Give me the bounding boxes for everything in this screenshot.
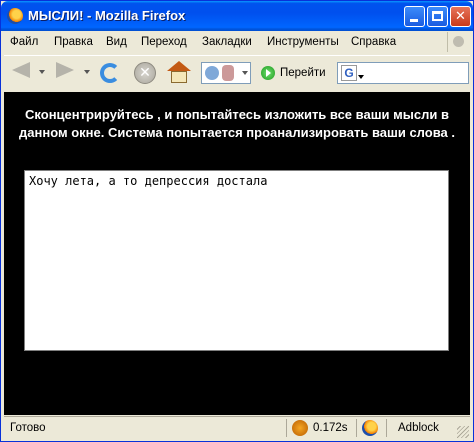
- url-dropdown-icon[interactable]: [242, 71, 248, 75]
- home-icon[interactable]: [167, 61, 191, 85]
- back-history-dropdown[interactable]: [39, 70, 45, 74]
- menu-tools[interactable]: Инструменты: [267, 36, 339, 48]
- title-bar[interactable]: МЫСЛИ! - Mozilla Firefox ✕: [1, 1, 473, 31]
- close-icon: ✕: [455, 8, 466, 23]
- maximize-button[interactable]: [427, 6, 448, 27]
- site-favicon: [205, 66, 219, 80]
- status-divider: [386, 419, 387, 437]
- forward-arrow-icon[interactable]: [56, 62, 74, 78]
- status-text: Готово: [10, 422, 46, 434]
- search-engine-icon[interactable]: G: [341, 65, 357, 81]
- browser-window: МЫСЛИ! - Mozilla Firefox ✕ Файл Правка В…: [0, 0, 474, 442]
- instructions-line-1: Сконцентрируйтесь , и попытайтесь изложи…: [25, 107, 449, 122]
- instructions-text: Сконцентрируйтесь , и попытайтесь изложи…: [4, 106, 470, 142]
- minimize-icon: [410, 19, 418, 22]
- page-content: Сконцентрируйтесь , и попытайтесь изложи…: [4, 92, 470, 415]
- menu-view[interactable]: Вид: [106, 36, 127, 48]
- status-divider: [356, 419, 357, 437]
- stop-icon[interactable]: ✕: [134, 62, 156, 84]
- thoughts-textarea[interactable]: [24, 170, 449, 351]
- menu-help[interactable]: Справка: [351, 36, 396, 48]
- forward-history-dropdown[interactable]: [84, 70, 90, 74]
- navigation-toolbar: ✕ Перейти G: [4, 55, 470, 92]
- menu-file[interactable]: Файл: [10, 36, 38, 48]
- back-arrow-icon[interactable]: [12, 62, 30, 78]
- minimize-button[interactable]: [404, 6, 425, 27]
- close-button[interactable]: ✕: [450, 6, 471, 27]
- menu-bookmarks[interactable]: Закладки: [202, 36, 252, 48]
- firebug-icon[interactable]: [292, 420, 308, 436]
- menu-go[interactable]: Переход: [141, 36, 187, 48]
- go-button-label[interactable]: Перейти: [280, 67, 326, 79]
- firefox-icon: [7, 8, 23, 24]
- firefox-status-icon[interactable]: [362, 420, 378, 436]
- go-icon[interactable]: [261, 66, 275, 80]
- home-roof-shape: [167, 61, 191, 71]
- page-favicon: [222, 65, 234, 81]
- window-title: МЫСЛИ! - Mozilla Firefox: [28, 8, 186, 23]
- status-bar: Готово 0.172s Adblock: [4, 416, 470, 439]
- status-divider: [286, 419, 287, 437]
- menu-bar: Файл Правка Вид Переход Закладки Инструм…: [4, 32, 470, 52]
- load-time: 0.172s: [313, 422, 348, 434]
- search-input[interactable]: G: [337, 62, 469, 84]
- search-engine-dropdown-icon[interactable]: [358, 75, 364, 79]
- instructions-line-2: данном окне. Система попытается проанали…: [19, 125, 455, 140]
- menu-edit[interactable]: Правка: [54, 36, 93, 48]
- throbber-icon: [447, 32, 470, 52]
- url-bar[interactable]: [201, 62, 251, 84]
- maximize-icon: [432, 11, 443, 21]
- resize-grip-icon[interactable]: [457, 426, 469, 438]
- home-body-shape: [171, 71, 187, 83]
- adblock-button[interactable]: Adblock: [398, 422, 439, 434]
- reload-icon[interactable]: [100, 63, 120, 83]
